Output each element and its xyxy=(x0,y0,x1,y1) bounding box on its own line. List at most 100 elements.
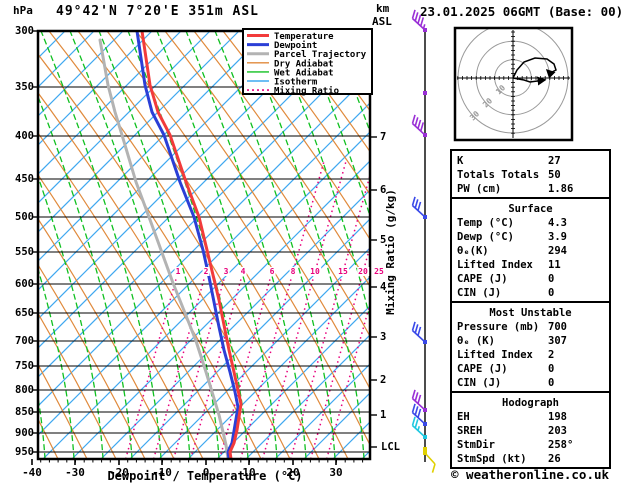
pressure-tick-label: 750 xyxy=(15,360,34,372)
panel-row-label: StmDir xyxy=(457,439,495,451)
panel-row-label: Totals Totals xyxy=(457,169,540,181)
panel-row: Lifted Index 2 xyxy=(452,348,609,362)
panel-row: StmDir 258° xyxy=(452,438,609,452)
panel-row-label: SREH xyxy=(457,425,483,437)
panel-row-label: PW (cm) xyxy=(457,183,502,195)
panel-row-label: CAPE (J) xyxy=(457,273,508,285)
panel-row-label: EH xyxy=(457,411,470,423)
panel-row: CAPE (J) 0 xyxy=(452,272,609,286)
panel-row-label: CIN (J) xyxy=(457,377,502,389)
panel-row-value: 1.86 xyxy=(548,183,574,195)
panel-row-value: 307 xyxy=(548,335,567,347)
pressure-tick-label: 300 xyxy=(15,25,34,37)
panel-row: Dewp (°C) 3.9 xyxy=(452,230,609,244)
panel-row-label: Temp (°C) xyxy=(457,217,514,229)
panel-row-label: CIN (J) xyxy=(457,287,502,299)
panel-row-value: 0 xyxy=(548,287,555,299)
pressure-tick-label: 500 xyxy=(15,211,34,223)
panel-row-value: 26 xyxy=(548,453,561,465)
panel-row: Pressure (mb) 700 xyxy=(452,320,609,334)
temp-tick-label: -20 xyxy=(109,466,129,479)
pressure-tick-label: 900 xyxy=(15,427,34,439)
panel-box-surface: Surface Temp (°C) 4.3 Dewp (°C) 3.9 θₑ(K… xyxy=(450,197,611,303)
panel-row-label: Lifted Index xyxy=(457,259,533,271)
pressure-tick-label: 600 xyxy=(15,278,34,290)
temp-tick-label: -40 xyxy=(22,466,42,479)
pressure-tick-label: 550 xyxy=(15,246,34,258)
panel-row: K 27 xyxy=(452,154,609,168)
panel-row: EH 198 xyxy=(452,410,609,424)
temp-tick-label: 10 xyxy=(242,466,256,479)
km-tick-label: 7 xyxy=(380,131,387,143)
temp-tick-label: 30 xyxy=(329,466,343,479)
panel-row-label: θₑ (K) xyxy=(457,335,495,347)
pressure-tick-label: 700 xyxy=(15,335,34,347)
pressure-tick-label: 850 xyxy=(15,406,34,418)
panel-row: Temp (°C) 4.3 xyxy=(452,216,609,230)
panel-row-value: 203 xyxy=(548,425,567,437)
panel-row-label: K xyxy=(457,155,464,167)
panel-row-value: 294 xyxy=(548,245,567,257)
temp-tick-label: 20 xyxy=(286,466,300,479)
panel-row: StmSpd (kt) 26 xyxy=(452,452,609,466)
panel-row-value: 700 xyxy=(548,321,567,333)
pressure-tick-label: 350 xyxy=(15,81,34,93)
panel-section-header: Most Unstable xyxy=(489,307,572,319)
km-tick-label: 6 xyxy=(380,184,387,196)
panel-box-most-unstable: Most Unstable Pressure (mb) 700 θₑ (K) 3… xyxy=(450,301,611,393)
pressure-tick-label: 400 xyxy=(15,130,34,142)
panel-row-value: 2 xyxy=(548,349,555,361)
mixing-ratio-value-label: 4 xyxy=(239,267,247,276)
pressure-tick-label: 800 xyxy=(15,384,34,396)
panel-row-label: Lifted Index xyxy=(457,349,533,361)
panel-row: Lifted Index 11 xyxy=(452,258,609,272)
panel-row-label: θₑ(K) xyxy=(457,245,489,257)
panel-box-hodograph: Hodograph EH 198 SREH 203 StmDir 258° St… xyxy=(450,391,611,469)
panel-row-value: 50 xyxy=(548,169,561,181)
mixing-ratio-value-label: 8 xyxy=(289,267,297,276)
panel-row-value: 198 xyxy=(548,411,567,423)
km-tick-label: 1 xyxy=(380,409,387,421)
mixing-ratio-value-label: 15 xyxy=(337,267,349,276)
panel-row: PW (cm) 1.86 xyxy=(452,182,609,196)
km-tick-label: 5 xyxy=(380,234,387,246)
panel-box-indices: K 27 Totals Totals 50 PW (cm) 1.86 xyxy=(450,149,611,199)
skewt-sounding-app: hPa 49°42'N 7°20'E 351m ASL 23.01.2025 0… xyxy=(0,0,629,486)
panel-section-header: Surface xyxy=(508,203,553,215)
mixing-ratio-value-label: 3 xyxy=(222,267,230,276)
km-tick-label: 4 xyxy=(380,281,387,293)
panel-row-value: 0 xyxy=(548,273,555,285)
panel-row: SREH 203 xyxy=(452,424,609,438)
panel-row-value: 0 xyxy=(548,363,555,375)
km-tick-label: 3 xyxy=(380,331,387,343)
panel-row: CIN (J) 0 xyxy=(452,376,609,390)
temp-tick-label: -30 xyxy=(65,466,85,479)
mixing-ratio-value-label: 6 xyxy=(268,267,276,276)
panel-row: Totals Totals 50 xyxy=(452,168,609,182)
panel-row-value: 27 xyxy=(548,155,561,167)
panel-row-value: 258° xyxy=(548,439,574,451)
panel-row-label: Pressure (mb) xyxy=(457,321,540,333)
pressure-tick-label: 650 xyxy=(15,307,34,319)
panel-row: CIN (J) 0 xyxy=(452,286,609,300)
panel-row-value: 0 xyxy=(548,377,555,389)
temp-tick-label: 0 xyxy=(202,466,210,479)
pressure-tick-label: 450 xyxy=(15,173,34,185)
panel-row: θₑ(K) 294 xyxy=(452,244,609,258)
panel-row-value: 11 xyxy=(548,259,561,271)
mixing-ratio-value-label: 25 xyxy=(373,267,385,276)
panel-row-label: Dewp (°C) xyxy=(457,231,514,243)
panel-section-header: Hodograph xyxy=(502,397,559,409)
panel-row-value: 4.3 xyxy=(548,217,567,229)
panel-row-label: CAPE (J) xyxy=(457,363,508,375)
panel-row: θₑ (K) 307 xyxy=(452,334,609,348)
panel-row-label: StmSpd (kt) xyxy=(457,453,527,465)
panel-row: CAPE (J) 0 xyxy=(452,362,609,376)
km-tick-label: 2 xyxy=(380,374,387,386)
pressure-tick-label: 950 xyxy=(15,446,34,458)
panel-row-value: 3.9 xyxy=(548,231,567,243)
mixing-ratio-value-label: 20 xyxy=(357,267,369,276)
mixing-ratio-value-label: 10 xyxy=(309,267,321,276)
mixing-ratio-value-label: 1 xyxy=(174,267,182,276)
temp-tick-label: -10 xyxy=(152,466,172,479)
